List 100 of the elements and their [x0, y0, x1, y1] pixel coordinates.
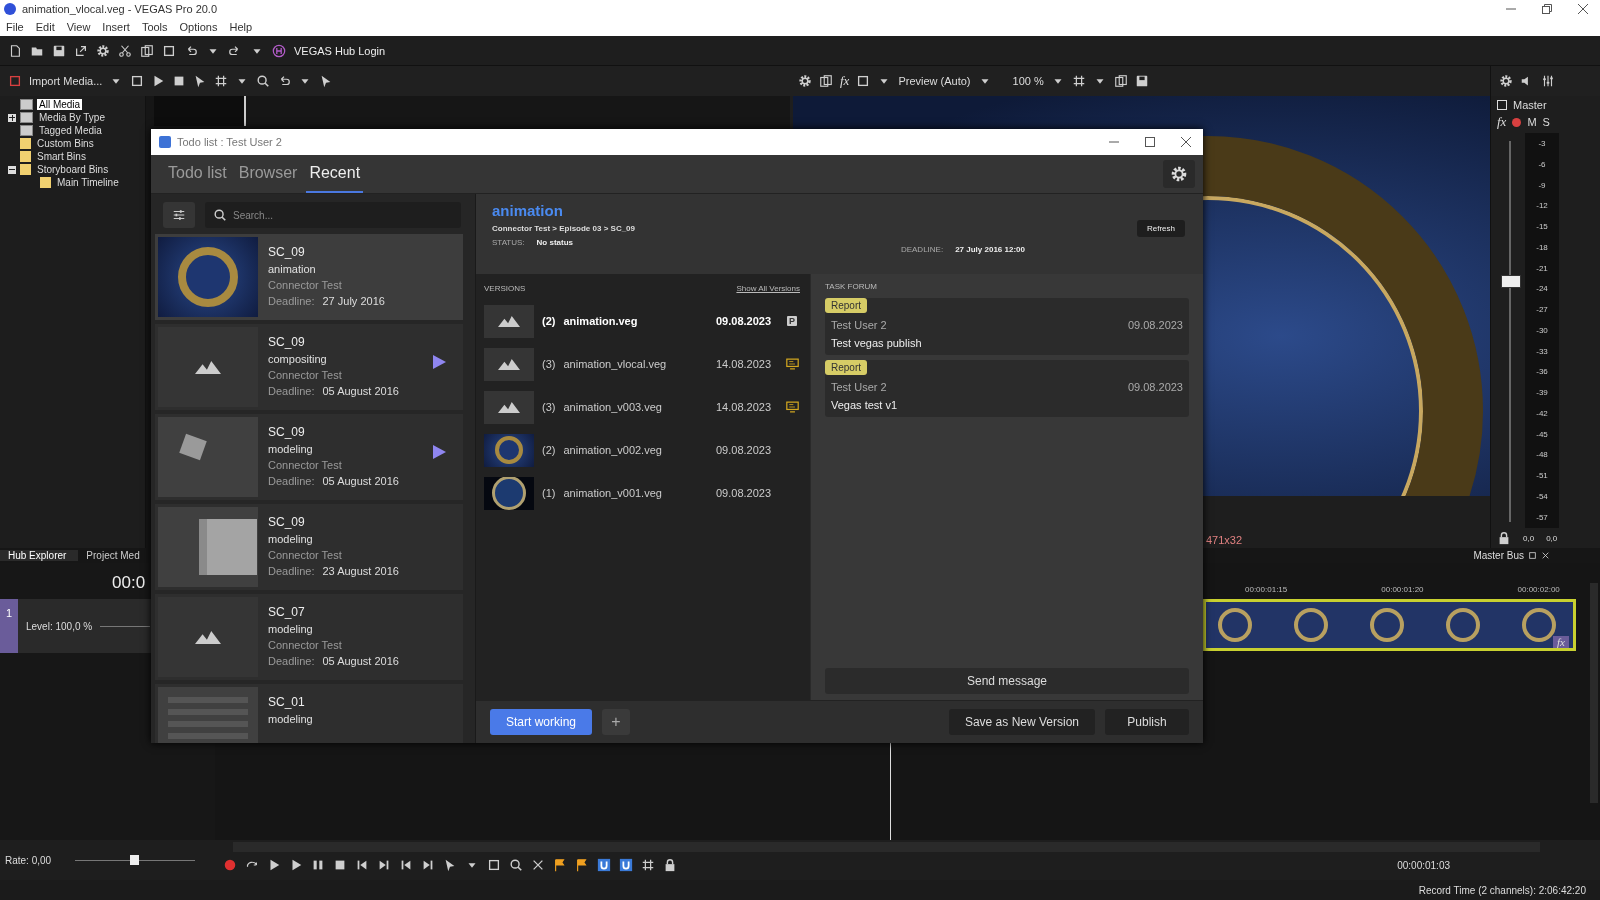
dock-tab[interactable]: Hub Explorer	[0, 550, 79, 561]
tab[interactable]: Browser	[235, 155, 301, 193]
save-icon[interactable]	[52, 43, 66, 58]
channel-toggle[interactable]: S	[1542, 116, 1550, 128]
video-clip[interactable]: fx	[1203, 599, 1576, 651]
play-icon[interactable]	[431, 444, 447, 460]
new-file-icon[interactable]	[8, 43, 22, 58]
settings-icon[interactable]	[96, 43, 110, 58]
save-new-version-button[interactable]: Save as New Version	[948, 709, 1095, 735]
grid-icon[interactable]	[214, 74, 229, 88]
filter-button[interactable]	[163, 202, 195, 228]
settings-icon[interactable]	[798, 74, 812, 88]
settings-button[interactable]	[1163, 160, 1195, 188]
record-icon[interactable]	[223, 858, 237, 872]
task-card[interactable]: SC_09 compositing Connector Test Deadline: 05 August 2016	[155, 324, 463, 410]
close-icon[interactable]	[1181, 137, 1191, 147]
menu-item[interactable]: Insert	[102, 21, 130, 33]
hub-login-link[interactable]: VEGAS Hub Login	[294, 44, 386, 57]
copy-icon[interactable]	[1113, 74, 1128, 88]
close-icon[interactable]	[1578, 4, 1588, 14]
search-icon[interactable]	[256, 74, 271, 88]
restore-icon[interactable]	[1542, 4, 1552, 14]
rate-slider-handle[interactable]	[130, 854, 140, 865]
snap-icon[interactable]	[597, 858, 611, 872]
menu-item[interactable]: View	[66, 21, 91, 33]
lock-icon[interactable]	[663, 858, 677, 872]
search-icon[interactable]	[509, 858, 523, 872]
pause-icon[interactable]	[311, 858, 325, 872]
grid-icon[interactable]	[1071, 74, 1086, 88]
square-icon[interactable]	[130, 74, 145, 88]
media-thumbnail[interactable]	[154, 96, 246, 126]
collapse-icon[interactable]	[8, 165, 16, 174]
menu-item[interactable]: Help	[229, 21, 253, 33]
preview-quality-dropdown[interactable]: Preview (Auto)	[898, 75, 971, 87]
maximize-icon[interactable]	[1145, 137, 1155, 147]
square-icon[interactable]	[162, 43, 176, 58]
version-row[interactable]: (3) animation_vlocal.veg 14.08.2023	[484, 347, 800, 381]
tree-item[interactable]: Main Timeline	[55, 177, 121, 188]
bin-icon	[20, 112, 33, 123]
task-card[interactable]: SC_09 modeling Connector Test Deadline: 23 August 2016	[155, 504, 463, 590]
send-message-button[interactable]: Send message	[825, 668, 1189, 694]
snap-icon[interactable]	[619, 858, 633, 872]
previous-icon[interactable]	[399, 858, 413, 872]
mixer-icon[interactable]	[1541, 74, 1555, 88]
post-author: Test User 2	[831, 381, 887, 393]
record-arm-icon[interactable]	[1512, 117, 1522, 127]
lock-icon[interactable]	[1497, 531, 1511, 545]
grid-icon[interactable]	[641, 858, 655, 872]
version-row[interactable]: (2) animation.veg 09.08.2023 P	[484, 304, 800, 338]
task-card[interactable]: SC_09 animation Connector Test Deadline: 27 July 2016	[155, 234, 463, 320]
tab[interactable]: Todo list	[165, 155, 230, 193]
dock-tab[interactable]: Project Med	[78, 550, 152, 561]
add-button[interactable]: +	[602, 709, 630, 735]
stop-icon[interactable]	[333, 858, 347, 872]
tree-item[interactable]: Custom Bins	[35, 138, 96, 149]
version-row[interactable]: (1) animation_v001.veg 09.08.2023	[484, 476, 800, 510]
tree-item[interactable]: Tagged Media	[37, 125, 104, 136]
cursor-icon[interactable]	[443, 858, 457, 872]
save-icon[interactable]	[1134, 74, 1149, 88]
scissors-icon[interactable]	[118, 43, 132, 58]
copy-icon[interactable]	[140, 43, 154, 58]
tree-item[interactable]: Storyboard Bins	[35, 164, 111, 175]
show-all-versions-link[interactable]: Show All Versions	[736, 284, 800, 293]
expand-icon[interactable]	[8, 113, 16, 122]
start-working-button[interactable]: Start working	[490, 709, 592, 735]
settings-icon[interactable]	[1499, 74, 1513, 88]
play-icon[interactable]	[431, 354, 447, 370]
task-card[interactable]: SC_09 modeling Connector Test Deadline: 05 August 2016	[155, 414, 463, 500]
publish-button[interactable]: Publish	[1105, 709, 1189, 735]
next-icon[interactable]	[421, 858, 435, 872]
menu-item[interactable]: Options	[179, 21, 218, 33]
clip-effects-label[interactable]: fx	[1553, 636, 1569, 648]
channel-toggle[interactable]: M	[1527, 116, 1537, 128]
previous-icon[interactable]	[355, 858, 369, 872]
fader-handle[interactable]	[1501, 275, 1521, 288]
menu-item[interactable]: Tools	[141, 21, 168, 33]
master-bus-tab[interactable]: Master Bus	[1473, 550, 1524, 561]
tree-item[interactable]: Smart Bins	[35, 151, 88, 162]
tree-item[interactable]: All Media	[37, 99, 83, 110]
hub-icon[interactable]	[272, 43, 286, 58]
image-placeholder-icon	[195, 630, 221, 644]
square-icon[interactable]	[856, 74, 871, 88]
effects-label[interactable]: fx	[1497, 114, 1507, 130]
menu-item[interactable]: Edit	[35, 21, 55, 33]
refresh-button[interactable]: Refresh	[1137, 220, 1185, 237]
marker-icon[interactable]	[575, 858, 589, 872]
task-card[interactable]: SC_01 modeling	[155, 684, 463, 743]
version-row[interactable]: (2) animation_v002.veg 09.08.2023	[484, 433, 800, 467]
tree-item[interactable]: Media By Type	[37, 112, 107, 123]
task-card[interactable]: SC_07 modeling Connector Test Deadline: 05 August 2016	[155, 594, 463, 680]
task-name: modeling	[268, 713, 313, 725]
next-icon[interactable]	[377, 858, 391, 872]
export-icon[interactable]	[74, 43, 88, 58]
import-media-button[interactable]: Import Media...	[29, 75, 103, 87]
version-row[interactable]: (3) animation_v003.veg 14.08.2023	[484, 390, 800, 424]
copy-icon[interactable]	[819, 74, 833, 88]
zoom-dropdown[interactable]: 100 %	[1012, 75, 1044, 87]
menu-item[interactable]: File	[6, 21, 24, 33]
effects-label[interactable]: fx	[840, 73, 850, 89]
marker-icon[interactable]	[553, 858, 567, 872]
